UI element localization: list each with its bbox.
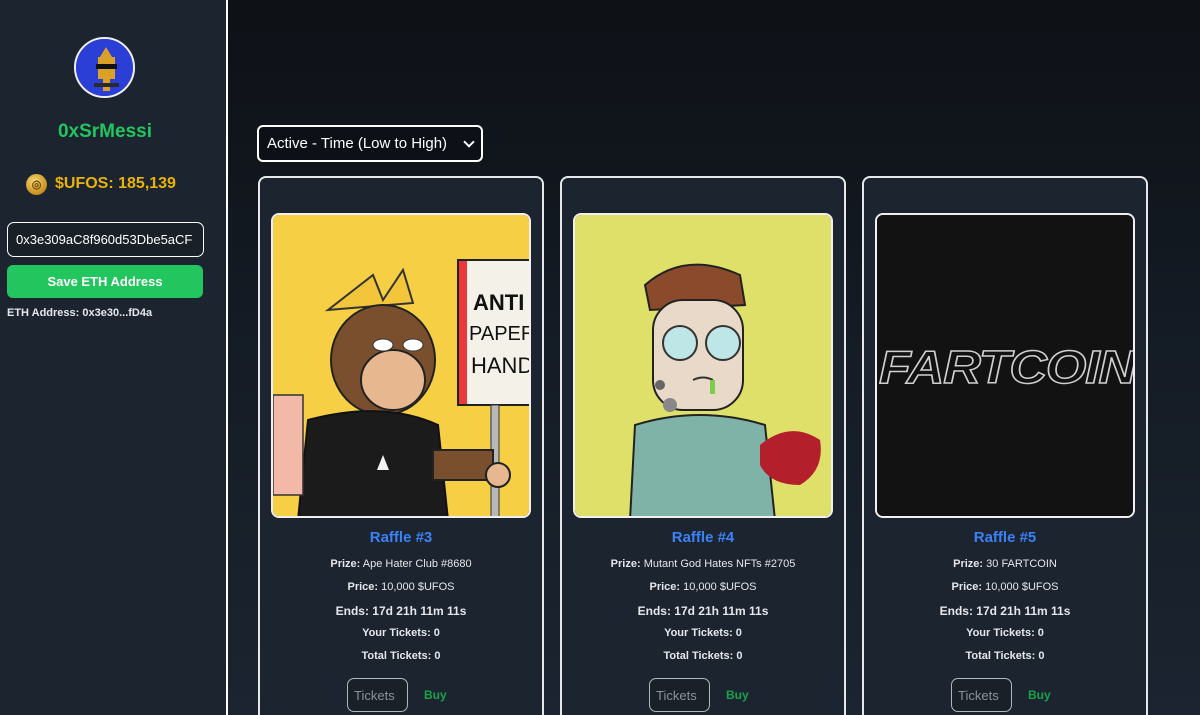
prize-value: Ape Hater Club #8680 bbox=[362, 558, 472, 570]
your-tickets-label: Your Tickets: bbox=[966, 627, 1035, 639]
prize-label: Prize: bbox=[330, 558, 361, 570]
raffle-your-tickets: Your Tickets: 0 bbox=[864, 627, 1146, 639]
raffle-image[interactable] bbox=[573, 213, 833, 518]
raffle-card: ANTI PAPER HAND Raffle #3 Prize: Ape Hat… bbox=[258, 176, 544, 715]
ends-value: 17d 21h 11m 11s bbox=[976, 604, 1071, 618]
your-tickets-value: 0 bbox=[1037, 627, 1044, 639]
total-tickets-value: 0 bbox=[434, 650, 441, 662]
total-tickets-value: 0 bbox=[736, 650, 743, 662]
raffle-card: Raffle #4 Prize: Mutant God Hates NFTs #… bbox=[560, 176, 846, 715]
raffle-image-art bbox=[575, 215, 831, 516]
raffle-price: Price: 10,000 $UFOS bbox=[864, 581, 1146, 593]
balance-text: $UFOS: 185,139 bbox=[55, 175, 176, 192]
avatar-image bbox=[76, 39, 133, 96]
raffle-total-tickets: Total Tickets: 0 bbox=[864, 650, 1146, 662]
raffle-your-tickets: Your Tickets: 0 bbox=[260, 627, 542, 639]
raffle-ends: Ends: 17d 21h 11m 11s bbox=[260, 604, 542, 618]
raffle-image-art: FARTCOIN bbox=[877, 215, 1135, 516]
raffle-ends: Ends: 17d 21h 11m 11s bbox=[562, 604, 844, 618]
sign-line-2: PAPER bbox=[469, 323, 531, 345]
buy-button[interactable]: Buy bbox=[424, 688, 447, 702]
coin-icon: ◎ bbox=[26, 173, 47, 195]
sign-line-3: HAND bbox=[471, 353, 531, 378]
ends-value: 17d 21h 11m 11s bbox=[674, 604, 769, 618]
eth-address-label: ETH Address: bbox=[7, 307, 80, 319]
raffle-title[interactable]: Raffle #3 bbox=[260, 529, 542, 546]
raffle-prize: Prize: Mutant God Hates NFTs #2705 bbox=[562, 558, 844, 570]
raffle-prize: Prize: 30 FARTCOIN bbox=[864, 558, 1146, 570]
raffle-price: Price: 10,000 $UFOS bbox=[562, 581, 844, 593]
ends-label: Ends: bbox=[637, 604, 671, 618]
ufos-balance: ◎ $UFOS: 185,139 bbox=[26, 172, 176, 196]
avatar[interactable] bbox=[74, 37, 135, 98]
buy-button[interactable]: Buy bbox=[1028, 688, 1051, 702]
prize-label: Prize: bbox=[610, 558, 641, 570]
raffle-title[interactable]: Raffle #4 bbox=[562, 529, 844, 546]
total-tickets-label: Total Tickets: bbox=[663, 650, 734, 662]
raffle-price: Price: 10,000 $UFOS bbox=[260, 581, 542, 593]
raffle-total-tickets: Total Tickets: 0 bbox=[562, 650, 844, 662]
raffle-prize: Prize: Ape Hater Club #8680 bbox=[260, 558, 542, 570]
sidebar: 0xSrMessi ◎ $UFOS: 185,139 Save ETH Addr… bbox=[0, 0, 228, 715]
your-tickets-label: Your Tickets: bbox=[664, 627, 733, 639]
raffle-total-tickets: Total Tickets: 0 bbox=[260, 650, 542, 662]
your-tickets-label: Your Tickets: bbox=[362, 627, 431, 639]
ticket-quantity-input[interactable] bbox=[347, 678, 408, 712]
fartcoin-logo-text: FARTCOIN bbox=[879, 341, 1135, 393]
price-value: 10,000 $UFOS bbox=[381, 581, 455, 593]
ends-value: 17d 21h 11m 11s bbox=[372, 604, 467, 618]
price-label: Price: bbox=[347, 581, 379, 593]
prize-value: Mutant God Hates NFTs #2705 bbox=[643, 558, 796, 570]
sign-line-1: ANTI bbox=[473, 290, 524, 315]
your-tickets-value: 0 bbox=[735, 627, 742, 639]
ends-label: Ends: bbox=[939, 604, 973, 618]
your-tickets-value: 0 bbox=[433, 627, 440, 639]
ticket-quantity-input[interactable] bbox=[649, 678, 710, 712]
total-tickets-value: 0 bbox=[1038, 650, 1045, 662]
chevron-down-icon bbox=[463, 135, 475, 148]
sort-selected-label: Active - Time (Low to High) bbox=[267, 135, 448, 152]
eth-address-value: 0x3e30...fD4a bbox=[82, 307, 153, 319]
raffle-ends: Ends: 17d 21h 11m 11s bbox=[864, 604, 1146, 618]
username: 0xSrMessi bbox=[57, 121, 152, 142]
raffle-image[interactable]: ANTI PAPER HAND bbox=[271, 213, 531, 518]
buy-button[interactable]: Buy bbox=[726, 688, 749, 702]
raffle-image-art: ANTI PAPER HAND bbox=[273, 215, 531, 516]
sort-select[interactable]: Active - Time (Low to High) bbox=[257, 125, 483, 162]
price-value: 10,000 $UFOS bbox=[683, 581, 757, 593]
ticket-quantity-input[interactable] bbox=[951, 678, 1012, 712]
save-eth-address-button[interactable]: Save ETH Address bbox=[7, 265, 203, 298]
total-tickets-label: Total Tickets: bbox=[361, 650, 432, 662]
eth-address-display: ETH Address: 0x3e30...fD4a bbox=[7, 307, 152, 319]
raffle-title[interactable]: Raffle #5 bbox=[864, 529, 1146, 546]
raffle-card: FARTCOIN Raffle #5 Prize: 30 FARTCOIN Pr… bbox=[862, 176, 1148, 715]
raffle-your-tickets: Your Tickets: 0 bbox=[562, 627, 844, 639]
ends-label: Ends: bbox=[335, 604, 369, 618]
raffle-image[interactable]: FARTCOIN bbox=[875, 213, 1135, 518]
eth-address-input[interactable] bbox=[7, 222, 204, 257]
price-value: 10,000 $UFOS bbox=[985, 581, 1059, 593]
total-tickets-label: Total Tickets: bbox=[965, 650, 1036, 662]
price-label: Price: bbox=[649, 581, 681, 593]
prize-label: Prize: bbox=[953, 558, 984, 570]
prize-value: 30 FARTCOIN bbox=[986, 558, 1057, 570]
price-label: Price: bbox=[951, 581, 983, 593]
